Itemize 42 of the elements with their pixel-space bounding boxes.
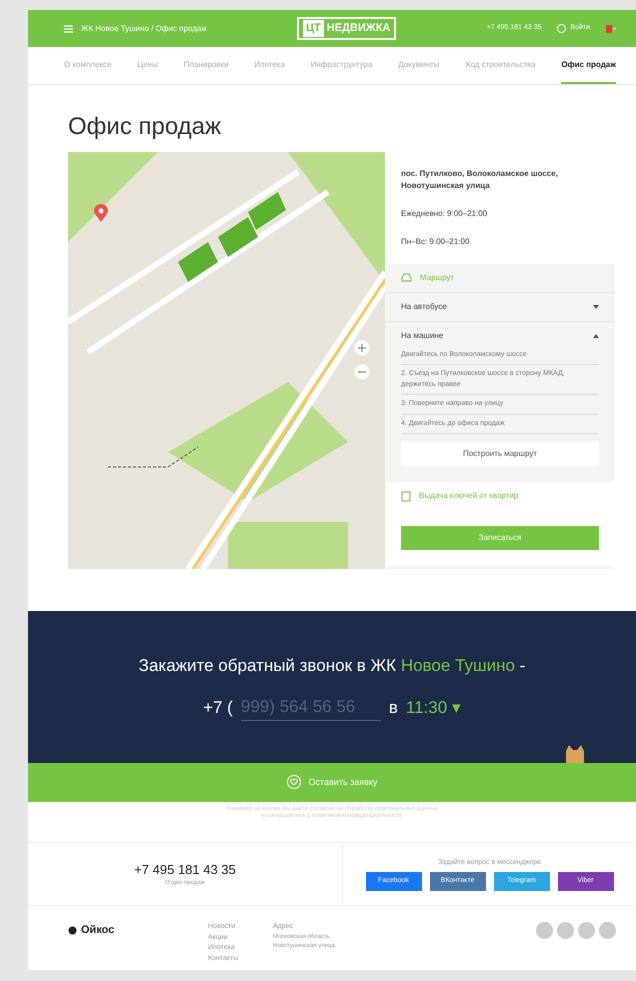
office-schedule: Ежедневно: 9:00–21:00 xyxy=(401,208,488,220)
build-route-button[interactable]: Построить маршрут xyxy=(401,442,599,466)
nav-tab[interactable]: Ипотека xyxy=(254,47,285,84)
logo[interactable]: ЦТ НЕДВИЖКА xyxy=(297,17,396,40)
time-select[interactable]: 11:30 ▾ xyxy=(406,694,461,720)
nav-tab[interactable]: Документы xyxy=(398,47,440,84)
social-link[interactable] xyxy=(599,922,616,940)
social-link[interactable] xyxy=(557,922,574,940)
page-title: Офис продаж xyxy=(68,113,222,142)
contact-phone: +7 495 181 43 35 xyxy=(134,860,236,879)
nav-tab[interactable]: Планировки xyxy=(184,47,228,84)
flag-icon xyxy=(606,24,616,32)
social-link[interactable] xyxy=(536,922,553,940)
cat-drawing xyxy=(564,744,586,763)
logo-icon xyxy=(68,926,77,935)
nav-tab[interactable]: Офис продаж xyxy=(561,47,616,84)
callback-heading: Закажите обратный звонок в ЖК Новое Тушино - xyxy=(138,654,526,677)
chevron-down-icon xyxy=(593,304,599,309)
route-option[interactable]: На машине xyxy=(401,330,599,342)
at-text: в xyxy=(388,696,398,719)
phone-input[interactable]: 999) 564 56 56 xyxy=(240,694,381,721)
nav-tab[interactable]: Ход строительства xyxy=(465,47,536,84)
nav-tab[interactable]: Инфраструктура xyxy=(310,47,372,84)
map-pin-icon xyxy=(94,204,108,222)
office-hours: Пн–Вс: 9:00–21:00 xyxy=(401,236,470,248)
zoom-in-icon xyxy=(354,340,370,356)
phone-prefix: +7 ( xyxy=(203,696,233,719)
nav-tab[interactable]: Цены xyxy=(137,47,158,84)
menu-icon xyxy=(64,24,73,32)
zoom-out-icon xyxy=(354,364,370,380)
route-option[interactable]: На автобусе xyxy=(401,300,599,313)
user-icon xyxy=(557,24,566,33)
breadcrumb-text: ЖК Новое Тушино / Офис продаж xyxy=(81,22,207,34)
signup-button[interactable]: Записаться xyxy=(401,526,599,550)
chevron-up-icon xyxy=(593,334,599,338)
footer-logo: Ойкос xyxy=(81,923,114,938)
office-address: пос. Путилково, Волоколамское шоссе, Новотушинская улица xyxy=(401,168,559,192)
social-link[interactable] xyxy=(578,922,595,940)
keys-title: Выдача ключей от квартир xyxy=(419,490,518,502)
submit-request-button[interactable]: Оставить заявку xyxy=(28,762,636,802)
nav-tab[interactable]: О комплексе xyxy=(64,47,112,84)
route-title: Маршрут xyxy=(420,272,454,284)
